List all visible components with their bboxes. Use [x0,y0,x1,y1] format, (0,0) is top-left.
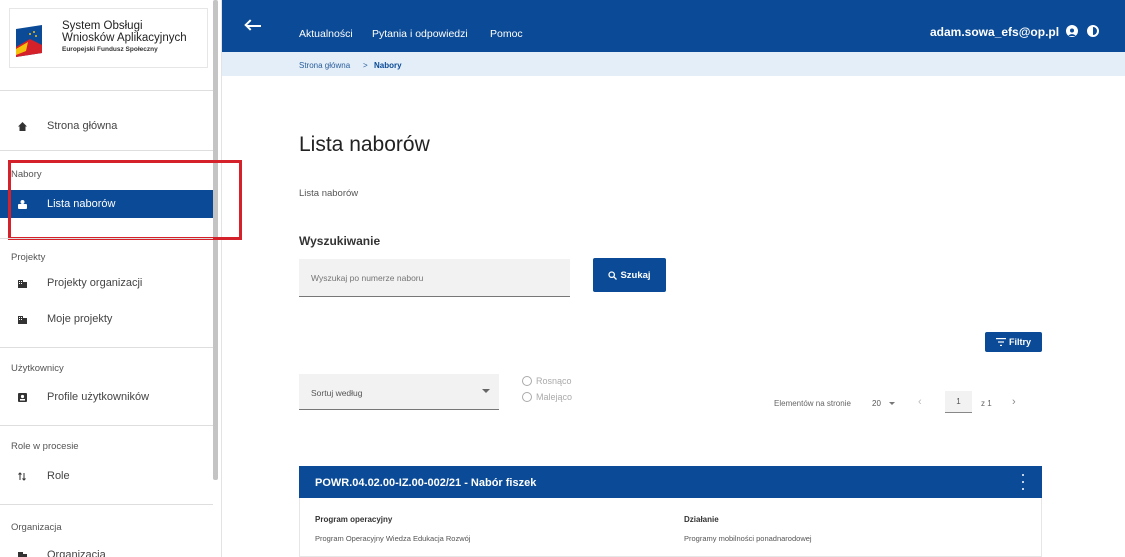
field-value-program: Program Operacyjny Wiedza Edukacja Rozwó… [315,534,471,543]
page-total: z 1 [981,399,992,408]
sidebar-item-label: Projekty organizacji [47,277,143,289]
home-icon [15,119,29,133]
sidebar-item-label: Strona główna [47,120,118,132]
search-input[interactable] [299,259,570,296]
more-vertical-icon[interactable] [1020,474,1026,490]
breadcrumb-separator: > [363,61,368,70]
sidebar-item-organizacja[interactable]: Organizacja [0,541,213,557]
sidebar: System Obsługi Wniosków Aplikacyjnych Eu… [0,0,242,557]
radio-label: Malejąco [536,392,573,402]
page-title: Lista naborów [299,133,430,156]
page-subtitle: Lista naborów [299,188,359,199]
user-card-icon [15,390,29,404]
logo-title: System Obsługi Wniosków Aplikacyjnych [62,20,187,44]
field-label-program: Program operacyjny [315,515,393,524]
chevron-down-icon [888,401,895,405]
sidebar-item-label: Profile użytkowników [47,391,150,403]
sort-asc-radio[interactable]: Rosnąco [522,376,572,386]
divider [0,238,213,239]
field-value-dzialanie: Programy mobilności ponadnarodowej [684,534,812,543]
nav-link-pytania[interactable]: Pytania i odpowiedzi [372,28,468,40]
sidebar-item-home[interactable]: Strona główna [0,112,213,140]
sidebar-section-projekty: Projekty [11,252,46,263]
sort-desc-radio[interactable]: Malejąco [522,392,572,402]
per-page-value: 20 [872,398,881,408]
user-account-icon[interactable] [1066,25,1078,37]
sort-arrows-icon [15,469,29,483]
sort-select[interactable]: Sortuj według [299,374,499,410]
search-heading: Wyszukiwanie [299,234,381,248]
nav-link-aktualnosci[interactable]: Aktualności [299,28,353,40]
page-number-input[interactable]: 1 [945,391,972,413]
sidebar-item-role[interactable]: Role [0,462,213,490]
logo-subtitle: Europejski Fundusz Społeczny [62,46,158,53]
page-current: 1 [956,397,961,406]
sidebar-item-projekty-organizacji[interactable]: Projekty organizacji [0,269,213,297]
radio-circle-icon [522,392,532,402]
divider [0,347,213,348]
filter-icon [995,338,1006,346]
divider [0,150,213,151]
radio-label: Rosnąco [536,376,572,386]
divider [0,425,213,426]
search-button-label: Szukaj [620,269,651,281]
search-button[interactable]: Szukaj [593,258,666,292]
divider [0,90,213,91]
building-icon [15,548,29,557]
eu-flag-icon [16,25,42,57]
sort-select-label: Sortuj według [311,388,363,398]
sidebar-item-moje-projekty[interactable]: Moje projekty [0,305,213,333]
sidebar-item-profile-uzytkownikow[interactable]: Profile użytkowników [0,383,213,411]
user-email[interactable]: adam.sowa_efs@op.pl [930,25,1059,39]
sidebar-section-organizacja: Organizacja [11,522,62,533]
sidebar-item-label: Organizacja [47,549,106,557]
nav-link-pomoc[interactable]: Pomoc [490,28,523,40]
chevron-down-icon [482,389,490,393]
sidebar-item-label: Role [47,470,70,482]
sidebar-scrollbar[interactable] [213,0,218,480]
radio-circle-icon [522,376,532,386]
field-label-dzialanie: Działanie [684,515,719,524]
search-icon [608,270,618,280]
contrast-toggle-icon[interactable] [1087,25,1099,37]
building-icon [15,312,29,326]
filter-button-label: Filtry [1008,337,1031,347]
highlight-frame [8,160,242,240]
call-card-title[interactable]: POWR.04.02.00-IZ.00-002/21 - Nabór fisze… [315,477,536,489]
breadcrumb-current: Nabory [374,61,402,70]
breadcrumb [222,52,1125,76]
filter-button[interactable]: Filtry [985,332,1042,352]
sidebar-section-role: Role w procesie [11,441,79,452]
sidebar-item-label: Moje projekty [47,313,113,325]
building-icon [15,276,29,290]
prev-page-icon[interactable]: ‹ [918,396,922,408]
sidebar-section-uzytkownicy: Użytkownicy [11,363,64,374]
call-card-body [299,498,1042,557]
breadcrumb-home[interactable]: Strona główna [299,61,350,70]
per-page-select[interactable]: 20 [868,393,908,413]
next-page-icon[interactable]: › [1012,396,1016,408]
per-page-label: Elementów na stronie [774,399,851,408]
back-arrow-icon[interactable] [247,25,261,27]
search-field[interactable] [299,259,570,297]
divider [0,504,213,505]
